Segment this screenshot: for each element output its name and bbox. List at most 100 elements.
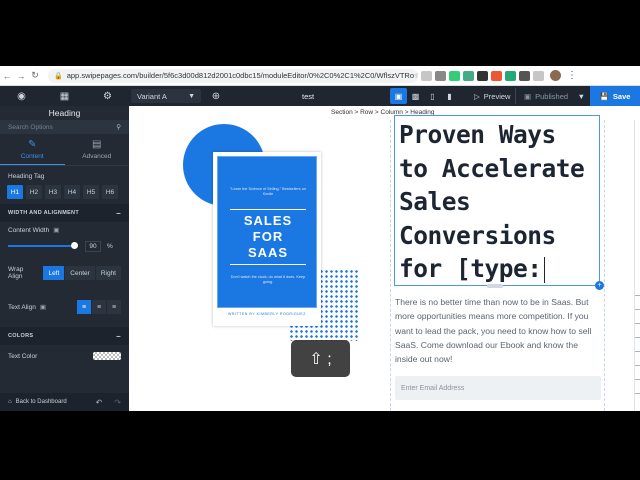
browser-menu-icon[interactable]: ⋮ <box>567 70 577 81</box>
save-button[interactable]: 💾 Save <box>590 86 640 106</box>
ebook-title: SALES FOR SAAS <box>230 209 306 265</box>
extension-icon[interactable] <box>449 70 460 81</box>
ebook-image[interactable]: "Learn the Science of Selling." Bestsell… <box>213 152 321 326</box>
page-name: test <box>302 91 315 101</box>
extension-icon[interactable] <box>505 70 516 81</box>
collapse-minus-icon[interactable]: − <box>116 209 121 218</box>
extension-icon[interactable] <box>463 70 474 81</box>
monitor-icon: ▣ <box>39 304 46 311</box>
content-width-input[interactable]: 90 <box>85 240 101 252</box>
heading-tag-h2[interactable]: H2 <box>26 185 42 199</box>
align-left-icon[interactable]: ≡ <box>77 300 91 314</box>
extension-icon[interactable] <box>519 70 530 81</box>
desktop-icon[interactable]: ▣ <box>390 88 407 104</box>
email-input[interactable]: Enter Email Address <box>395 376 601 400</box>
slider-handle[interactable] <box>71 242 78 249</box>
heading-line: Conversions <box>399 220 556 250</box>
ebook-title-line: SAAS <box>247 245 289 260</box>
published-label: Published <box>535 91 569 101</box>
variant-label: Variant A <box>137 91 167 101</box>
chevron-down-icon[interactable]: ▼ <box>578 92 585 101</box>
sliders-icon: ▤ <box>92 139 102 150</box>
heading-tag-h5[interactable]: H5 <box>83 185 99 199</box>
colors-section[interactable]: COLORS − <box>0 327 129 345</box>
back-to-dashboard-link[interactable]: Back to Dashboard <box>16 399 67 405</box>
heading-line: Proven Ways <box>399 120 556 149</box>
content-width-label-row: Content Width ▣ <box>0 222 129 238</box>
sidebar-title: Heading <box>48 108 81 118</box>
align-right-icon[interactable]: ≡ <box>107 300 121 314</box>
text-color-row: Text Color <box>0 348 129 364</box>
save-icon: 💾 <box>599 91 609 101</box>
align-center-icon[interactable]: ≡ <box>92 300 106 314</box>
tab-content-label: Content <box>20 152 44 160</box>
builder-topbar: ◉ ▦ ⚙ Variant A ▼ ⊕ test ▣ ▩ ▯ ▮ ▷ Previ… <box>0 86 640 106</box>
publish-button[interactable]: ▣ Published ▼ <box>515 88 589 104</box>
extension-icon[interactable] <box>421 70 432 81</box>
heading-tag-picker: H1 H2 H3 H4 H5 H6 <box>0 184 129 200</box>
heading-tag-label: Heading Tag <box>8 173 45 180</box>
lock-icon: 🔒 <box>54 72 63 80</box>
ebook-cover: "Learn the Science of Selling." Bestsell… <box>217 156 317 308</box>
preview-icon: ▷ <box>474 91 480 101</box>
address-bar[interactable]: 🔒 app.swipepages.com/builder/5f6c3d00d81… <box>48 68 418 83</box>
heading-line: to Accelerate <box>399 153 585 183</box>
reload-icon[interactable]: ↻ <box>28 70 42 81</box>
redo-icon[interactable]: ↷ <box>114 398 121 407</box>
mobile-icon[interactable]: ▮ <box>441 88 458 104</box>
text-align-row: Text Align ▣ ≡ ≡ ≡ <box>0 298 129 316</box>
heading-tag-h6[interactable]: H6 <box>102 185 118 199</box>
laptop-icon[interactable]: ▩ <box>407 88 424 104</box>
eye-icon[interactable]: ◉ <box>0 91 43 102</box>
wrap-align-left[interactable]: Left <box>43 266 65 280</box>
wrap-align-label: Wrap Align <box>8 266 24 280</box>
variant-select[interactable]: Variant A ▼ <box>131 89 201 103</box>
grid-icon[interactable]: ▦ <box>43 91 86 102</box>
preview-button[interactable]: ▷ Preview <box>474 92 510 101</box>
text-align-label: Text Align <box>8 303 36 311</box>
unit-label[interactable]: % <box>107 243 113 250</box>
add-variant-icon[interactable]: ⊕ <box>201 91 231 102</box>
keystroke-overlay: ⇧ ; <box>291 340 350 377</box>
puzzle-extensions-icon[interactable] <box>533 70 544 81</box>
monitor-icon: ▣ <box>53 227 60 234</box>
undo-icon[interactable]: ↶ <box>96 398 103 407</box>
forward-arrow-icon[interactable]: → <box>14 71 28 81</box>
extension-icon[interactable] <box>491 70 502 81</box>
text-caret <box>543 257 545 283</box>
width-alignment-section[interactable]: WIDTH AND ALIGNMENT − <box>0 204 129 222</box>
save-label: Save <box>612 91 631 101</box>
back-arrow-icon[interactable]: ← <box>0 71 14 81</box>
device-switcher: ▣ ▩ ▯ ▮ <box>390 86 458 106</box>
content-width-slider[interactable] <box>8 242 78 249</box>
wrap-align-right[interactable]: Right <box>95 266 121 280</box>
add-element-plus-icon[interactable]: + <box>595 281 604 290</box>
heading-element[interactable]: Proven Ways to Accelerate Sales Conversi… <box>394 115 600 286</box>
wrap-align-center[interactable]: Center <box>65 266 95 280</box>
resize-handle[interactable] <box>487 284 503 288</box>
extension-icon[interactable] <box>435 70 446 81</box>
text-color-label: Text Color <box>8 352 38 360</box>
body-paragraph[interactable]: There is no better time than now to be i… <box>395 295 601 366</box>
tablet-icon[interactable]: ▯ <box>424 88 441 104</box>
heading-tag-h3[interactable]: H3 <box>45 185 61 199</box>
tab-advanced[interactable]: ▤ Advanced <box>65 134 130 165</box>
heading-tag-h1[interactable]: H1 <box>7 185 23 199</box>
text-color-swatch[interactable] <box>93 352 121 360</box>
browser-window: ← → ↻ 🔒 app.swipepages.com/builder/5f6c3… <box>0 66 640 411</box>
bookmark-star-icon[interactable]: ☆ <box>414 71 418 80</box>
sidebar-footer: ⌂ Back to Dashboard ↶ ↷ <box>0 393 129 411</box>
extension-icon[interactable] <box>477 70 488 81</box>
gear-icon[interactable]: ⚙ <box>86 91 129 102</box>
heading-line: Sales <box>399 187 471 216</box>
heading-tag-h4[interactable]: H4 <box>64 185 80 199</box>
sidebar-tabs: ✎ Content ▤ Advanced <box>0 134 129 166</box>
profile-avatar[interactable] <box>550 70 561 81</box>
ebook-blurb: Don't watch the clock; do what it does. … <box>230 275 306 284</box>
text-align-buttons: ≡ ≡ ≡ <box>77 300 121 314</box>
heading-line: for [type: <box>399 254 542 283</box>
search-options-input[interactable]: Search Options ⚲ <box>0 120 129 134</box>
tab-content[interactable]: ✎ Content <box>0 134 65 165</box>
heading-text[interactable]: Proven Ways to Accelerate Sales Conversi… <box>399 118 599 286</box>
collapse-minus-icon[interactable]: − <box>116 332 121 341</box>
